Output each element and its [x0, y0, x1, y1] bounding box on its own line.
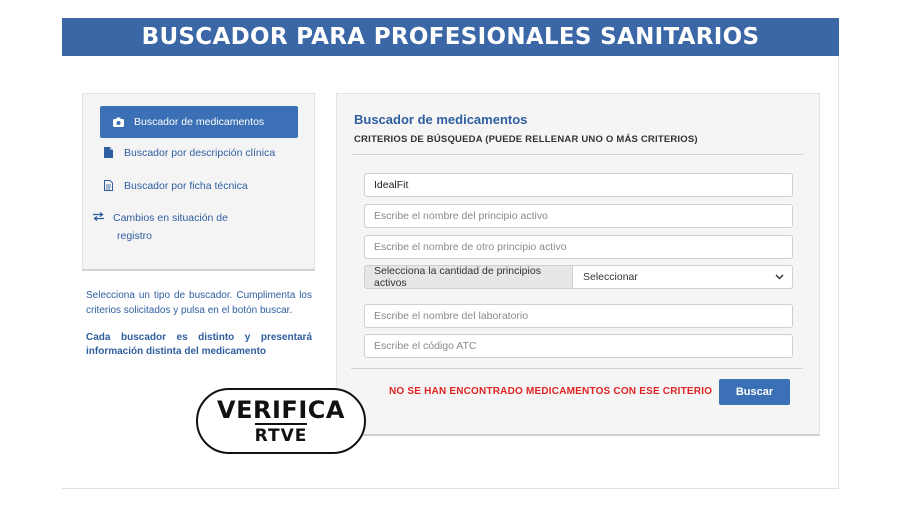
page-frame: BUSCADOR PARA PROFESIONALES SANITARIOS B…: [62, 18, 839, 489]
divider: [351, 154, 803, 155]
no-results-message: NO SE HAN ENCONTRADO MEDICAMENTOS CON ES…: [389, 386, 713, 397]
sidebar-item-label: Buscador por descripción clínica: [124, 147, 276, 159]
sidebar-item-cambios-registro[interactable]: Cambios en situación de registro: [93, 209, 263, 245]
chevron-down-icon: [775, 271, 784, 283]
select-value: Seleccionar: [583, 271, 638, 283]
panel-title: Buscador de medicamentos: [354, 112, 528, 127]
panel-subtitle: CRITERIOS DE BÚSQUEDA (PUEDE RELLENAR UN…: [354, 134, 698, 145]
help-note: Cada buscador es distinto y presentará i…: [86, 332, 312, 357]
document-lines-icon: [100, 177, 116, 191]
camera-icon: [110, 117, 126, 127]
exchange-arrows-icon: [93, 209, 107, 227]
principios-count-select-group: Selecciona la cantidad de principios act…: [364, 265, 793, 289]
medication-name-input[interactable]: IdealFit: [364, 173, 793, 197]
codigo-atc-input[interactable]: Escribe el código ATC: [364, 334, 793, 358]
document-icon: [100, 144, 116, 158]
sidebar-item-label: Buscador por ficha técnica: [124, 180, 248, 192]
otro-principio-activo-input[interactable]: Escribe el nombre de otro principio acti…: [364, 235, 793, 259]
divider: [351, 368, 803, 369]
verifica-rtve-logo: VERIFICA RTVE: [196, 388, 366, 454]
select-label: Selecciona la cantidad de principios act…: [365, 266, 573, 288]
logo-text-rtve: RTVE: [254, 422, 308, 446]
principios-count-select[interactable]: Seleccionar: [573, 266, 792, 288]
sidebar-item-label: Cambios en situación de registro: [113, 212, 228, 242]
search-panel: Buscador de medicamentos CRITERIOS DE BÚ…: [336, 93, 820, 436]
sidebar-item-label: Buscador de medicamentos: [134, 116, 265, 128]
sidebar-item-descripcion-clinica[interactable]: Buscador por descripción clínica: [100, 144, 298, 162]
laboratorio-input[interactable]: Escribe el nombre del laboratorio: [364, 304, 793, 328]
help-text: Selecciona un tipo de buscador. Cumplime…: [86, 290, 312, 316]
logo-text-verifica: VERIFICA: [217, 395, 345, 424]
principio-activo-input[interactable]: Escribe el nombre del principio activo: [364, 204, 793, 228]
page-title: BUSCADOR PARA PROFESIONALES SANITARIOS: [62, 18, 839, 56]
sidebar: Buscador de medicamentos Buscador por de…: [82, 93, 315, 271]
sidebar-item-buscador-medicamentos[interactable]: Buscador de medicamentos: [100, 106, 298, 138]
sidebar-item-ficha-tecnica[interactable]: Buscador por ficha técnica: [100, 177, 298, 195]
search-button[interactable]: Buscar: [719, 379, 790, 405]
